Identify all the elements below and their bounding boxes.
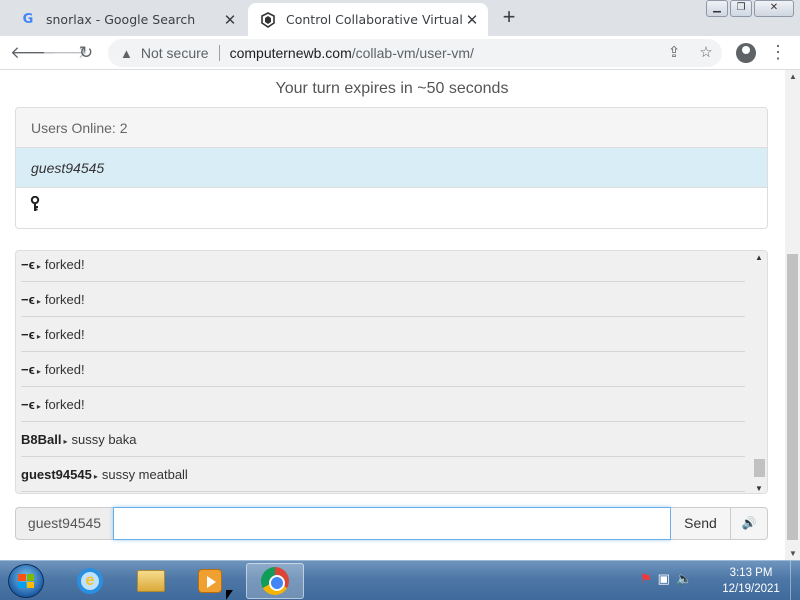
windows-taskbar: e ⚑ ▣ 🔈 3:13 PM 12/19/2021 bbox=[0, 560, 800, 600]
chat-message: −ϵ ▸ forked! bbox=[21, 251, 745, 282]
taskbar-google-chrome[interactable] bbox=[246, 563, 304, 599]
chat-username: −ϵ bbox=[21, 397, 35, 412]
chat-text: forked! bbox=[44, 292, 85, 307]
chat-message: −ϵ ▸ forked! bbox=[21, 317, 745, 352]
tab-title: snorlax - Google Search bbox=[46, 12, 196, 27]
caret-right-icon: ▸ bbox=[63, 437, 68, 446]
url-text[interactable]: computernewb.com/collab-vm/user-vm/ bbox=[230, 45, 474, 61]
taskbar-clock[interactable]: 3:13 PM 12/19/2021 bbox=[715, 565, 787, 597]
clock-time: 3:13 PM bbox=[729, 567, 773, 579]
minimize-button[interactable]: ▁ bbox=[706, 0, 728, 17]
chat-scrollbar-thumb[interactable] bbox=[754, 459, 765, 477]
user-list-item[interactable]: guest94545 bbox=[16, 148, 767, 188]
chat-username: −ϵ bbox=[21, 257, 35, 272]
chat-message: −ϵ ▸ forked! bbox=[21, 282, 745, 317]
chat-username: −ϵ bbox=[21, 292, 35, 307]
caret-right-icon: ▸ bbox=[93, 472, 98, 481]
warning-icon[interactable]: ▲ bbox=[120, 46, 133, 61]
close-window-button[interactable]: ✕ bbox=[754, 0, 794, 17]
chat-message: −ϵ ▸ forked! bbox=[21, 352, 745, 387]
reload-icon[interactable]: ↻ bbox=[74, 41, 98, 65]
security-label[interactable]: Not secure bbox=[141, 45, 209, 61]
tab-title: Control Collaborative Virtual Ma bbox=[286, 12, 462, 27]
taskbar-internet-explorer[interactable]: e bbox=[66, 563, 114, 599]
chat-text: sussy meatball bbox=[101, 467, 188, 482]
divider bbox=[218, 45, 220, 61]
share-icon[interactable]: ⇪ bbox=[664, 43, 684, 63]
volume-icon: 🔊 bbox=[741, 516, 757, 530]
bookmark-star-icon[interactable]: ☆ bbox=[696, 43, 716, 63]
url-path: /collab-vm/user-vm/ bbox=[351, 45, 474, 61]
scroll-down-arrow-icon[interactable]: ▼ bbox=[755, 484, 763, 493]
scroll-up-arrow-icon[interactable]: ▲ bbox=[789, 72, 797, 81]
chat-text: forked! bbox=[44, 362, 85, 377]
key-icon bbox=[30, 195, 40, 211]
chat-scrollbar[interactable]: ▲ ▼ bbox=[752, 251, 767, 493]
forward-icon[interactable]: 🡒 bbox=[42, 41, 88, 65]
caret-right-icon: ▸ bbox=[36, 262, 41, 271]
users-online-panel: Users Online: 2 guest94545 bbox=[15, 107, 768, 229]
back-icon[interactable]: 🡐 bbox=[10, 41, 56, 65]
page-scrollbar-thumb[interactable] bbox=[787, 254, 798, 540]
chat-text: forked! bbox=[44, 257, 85, 272]
chat-username-label: guest94545 bbox=[15, 507, 113, 540]
chat-username: guest94545 bbox=[21, 467, 92, 482]
action-center-icon[interactable]: ⚑ bbox=[640, 571, 652, 587]
google-icon: G bbox=[22, 12, 34, 27]
chrome-icon bbox=[261, 567, 289, 595]
chat-username: −ϵ bbox=[21, 362, 35, 377]
windows-logo-icon bbox=[18, 574, 34, 588]
scroll-down-arrow-icon[interactable]: ▼ bbox=[789, 549, 797, 558]
tab-google-search[interactable]: G snorlax - Google Search ✕ bbox=[8, 3, 246, 36]
chat-text: forked! bbox=[44, 397, 85, 412]
chat-message: B8Ball ▸ sussy baka bbox=[21, 422, 745, 457]
folder-icon bbox=[137, 570, 165, 592]
browser-toolbar: 🡐 🡒 ↻ ▲ Not secure computernewb.com/coll… bbox=[0, 36, 800, 70]
show-desktop-button[interactable] bbox=[790, 561, 800, 600]
page-viewport: Your turn expires in ~50 seconds Users O… bbox=[0, 70, 800, 560]
address-bar[interactable]: ▲ Not secure computernewb.com/collab-vm/… bbox=[108, 39, 722, 67]
clock-date: 12/19/2021 bbox=[722, 583, 780, 595]
volume-button[interactable]: 🔊 bbox=[731, 507, 768, 540]
chat-text: forked! bbox=[44, 327, 85, 342]
start-button[interactable] bbox=[8, 564, 44, 598]
send-button[interactable]: Send bbox=[671, 507, 731, 540]
caret-right-icon: ▸ bbox=[36, 297, 41, 306]
internet-explorer-icon: e bbox=[77, 568, 103, 594]
users-online-header: Users Online: 2 bbox=[16, 108, 767, 148]
chat-username: −ϵ bbox=[21, 327, 35, 342]
mouse-cursor-icon bbox=[226, 590, 233, 600]
turn-timer-text: Your turn expires in ~50 seconds bbox=[275, 80, 509, 97]
chat-input-group: guest94545 Send 🔊 bbox=[15, 507, 768, 540]
profile-avatar-icon[interactable] bbox=[736, 43, 756, 63]
chat-message-input[interactable] bbox=[113, 507, 671, 540]
close-tab-icon[interactable]: ✕ bbox=[220, 10, 240, 30]
new-tab-button[interactable]: + bbox=[496, 6, 522, 30]
tab-collabvm[interactable]: Control Collaborative Virtual Ma ✕ bbox=[248, 3, 488, 36]
caret-right-icon: ▸ bbox=[36, 332, 41, 341]
chat-username: B8Ball bbox=[21, 432, 62, 447]
window-controls: ▁ ❐ ✕ bbox=[706, 0, 794, 18]
close-tab-icon[interactable]: ✕ bbox=[462, 10, 482, 30]
chat-panel: −ϵ ▸ forked! −ϵ ▸ forked! −ϵ ▸ forked! −ϵ ▸ fork… bbox=[15, 250, 768, 494]
taskbar-windows-explorer[interactable] bbox=[127, 563, 175, 599]
restore-button[interactable]: ❐ bbox=[730, 0, 752, 17]
user-list-item[interactable] bbox=[16, 188, 767, 228]
page-scrollbar[interactable]: ▲ ▼ bbox=[785, 70, 800, 560]
tab-strip: G snorlax - Google Search ✕ Control Coll… bbox=[0, 0, 800, 36]
speaker-icon[interactable]: 🔈 bbox=[676, 571, 692, 587]
collabvm-icon bbox=[260, 11, 276, 28]
menu-kebab-icon[interactable]: ⋮ bbox=[768, 40, 788, 64]
scroll-up-arrow-icon[interactable]: ▲ bbox=[755, 253, 763, 262]
chat-message: guest94545 ▸ sussy meatball bbox=[21, 457, 745, 492]
network-icon[interactable]: ▣ bbox=[658, 571, 670, 587]
url-host: computernewb.com bbox=[229, 45, 352, 61]
system-tray: ⚑ ▣ 🔈 bbox=[640, 571, 692, 587]
media-player-icon bbox=[198, 569, 222, 593]
caret-right-icon: ▸ bbox=[36, 367, 41, 376]
chat-text: sussy baka bbox=[71, 432, 137, 447]
caret-right-icon: ▸ bbox=[36, 402, 41, 411]
chat-message: −ϵ ▸ forked! bbox=[21, 387, 745, 422]
